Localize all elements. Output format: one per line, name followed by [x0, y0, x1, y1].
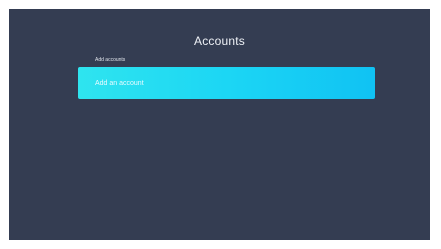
- add-account-button[interactable]: Add an account: [78, 67, 375, 99]
- page-title: Accounts: [194, 34, 245, 48]
- accounts-screen: Accounts Add accounts Add an account: [9, 9, 430, 240]
- add-account-label: Add an account: [95, 79, 144, 87]
- section-label-add-accounts: Add accounts: [95, 57, 126, 63]
